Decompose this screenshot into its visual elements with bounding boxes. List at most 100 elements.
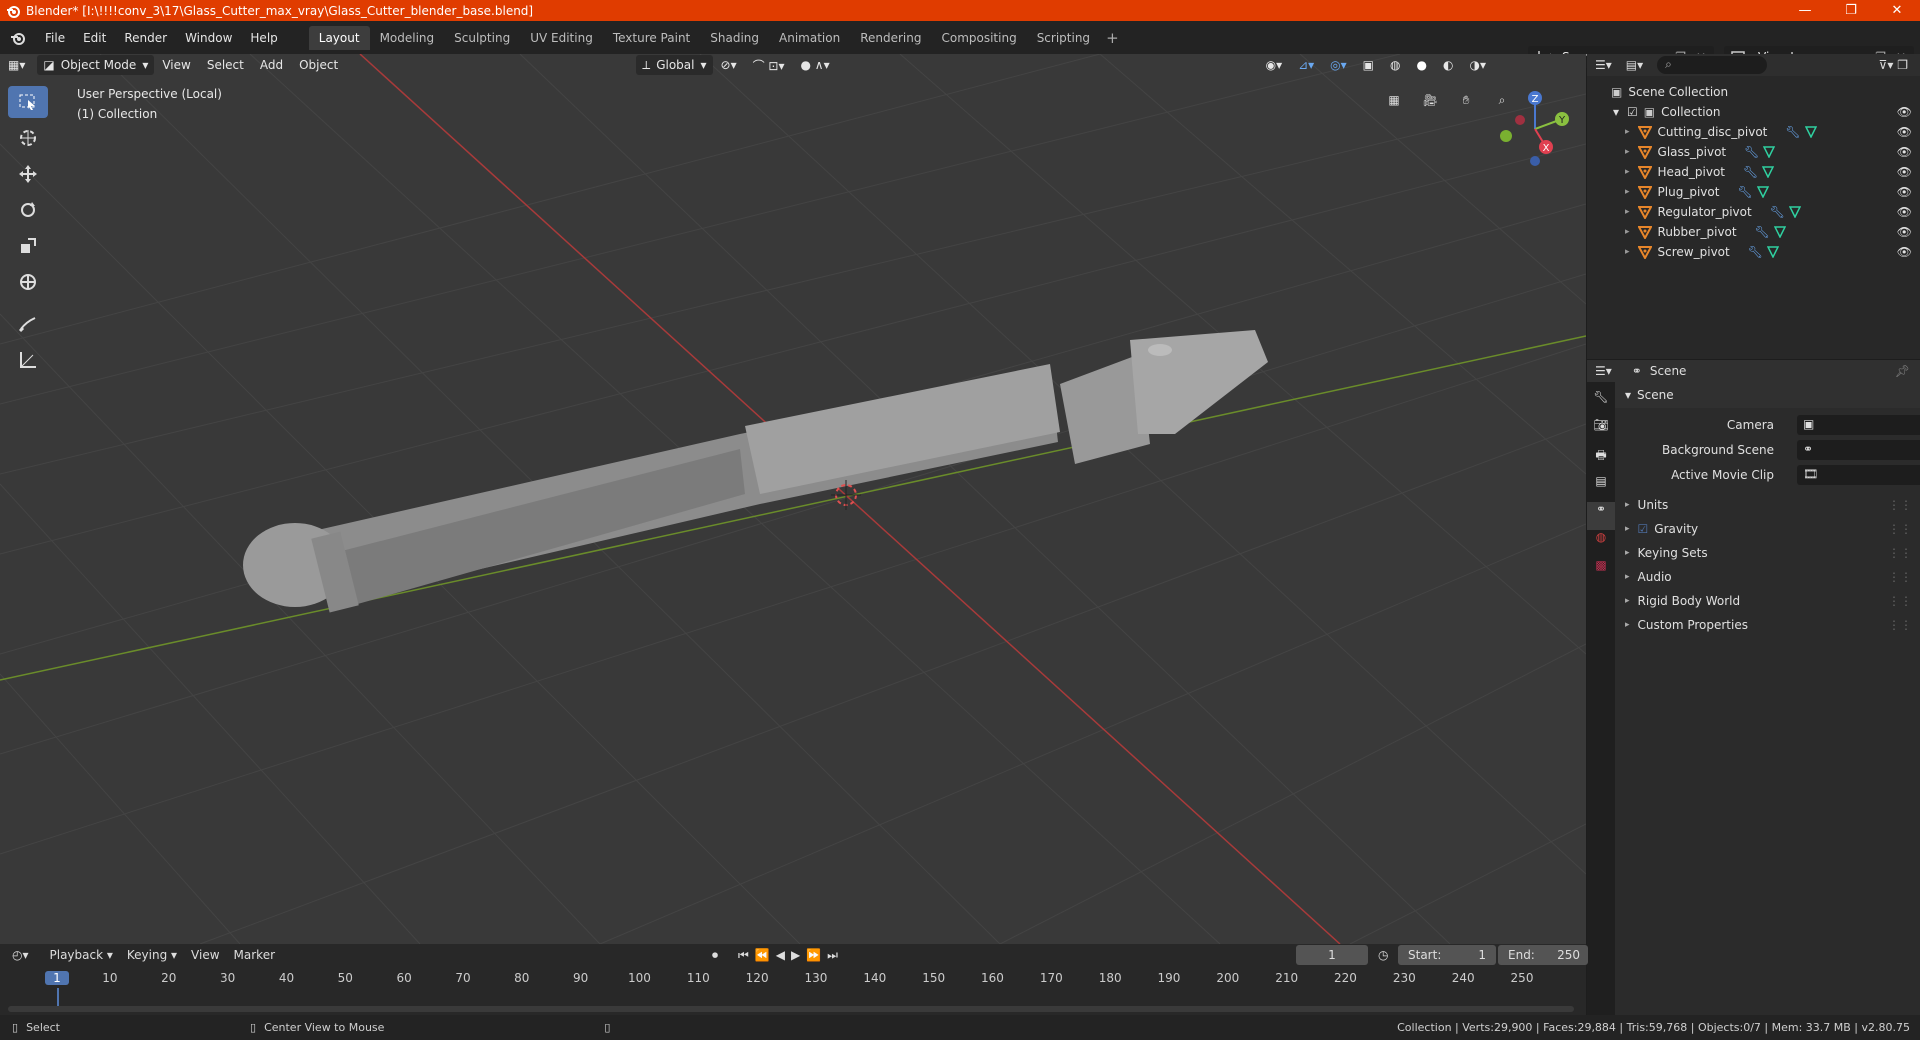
collapse-arrow-icon[interactable]: ▸ xyxy=(1625,500,1630,510)
rotate-tool-icon[interactable] xyxy=(8,194,48,226)
expand-arrow-icon[interactable]: ▸ xyxy=(1625,227,1630,237)
move-tool-icon[interactable] xyxy=(8,158,48,190)
collapse-arrow-icon[interactable]: ▸ xyxy=(1625,548,1630,558)
playback-controls[interactable]: ⏮⏪◀▶⏩⏭ xyxy=(738,948,844,963)
tab-shading[interactable]: Shading xyxy=(700,26,769,50)
close-button[interactable]: ✕ xyxy=(1874,0,1920,21)
tab-sculpting[interactable]: Sculpting xyxy=(444,26,520,50)
drag-handle-icon[interactable]: ⋮⋮ xyxy=(1888,594,1912,608)
cursor-tool-icon[interactable] xyxy=(8,122,48,154)
record-button[interactable]: ⏺ xyxy=(712,948,718,963)
view-layer-tab-icon[interactable]: ▤ xyxy=(1587,474,1615,502)
menu-window[interactable]: Window xyxy=(176,31,241,45)
tab-scripting[interactable]: Scripting xyxy=(1027,26,1100,50)
expand-arrow-icon[interactable]: ▸ xyxy=(1625,167,1630,177)
editor-type-icon[interactable]: ▦▾ xyxy=(0,55,33,75)
world-tab-icon[interactable]: ◍ xyxy=(1587,530,1615,558)
proportional-edit-icon[interactable]: ● ∧▾ xyxy=(793,55,838,75)
toggle-ortho-icon[interactable]: ▦ xyxy=(1380,86,1408,114)
scale-tool-icon[interactable] xyxy=(8,230,48,262)
tool-tab-icon[interactable]: 🔧︎ xyxy=(1587,390,1615,418)
blender-menu-icon[interactable] xyxy=(10,30,26,46)
timeline-scrollbar[interactable] xyxy=(8,1006,1574,1012)
shading-solid-icon[interactable]: ● xyxy=(1409,55,1435,75)
tab-texture-paint[interactable]: Texture Paint xyxy=(603,26,700,50)
viewport-menu-view[interactable]: View xyxy=(154,55,198,75)
outliner-item[interactable]: ▸ Rubber_pivot 🔧︎ 👁︎ xyxy=(1587,222,1920,242)
collapse-arrow-icon[interactable]: ▸ xyxy=(1625,596,1630,606)
visibility-eye-icon[interactable]: 👁︎ xyxy=(1897,105,1912,119)
visibility-eye-icon[interactable]: 👁︎ xyxy=(1897,245,1912,259)
expand-arrow-icon[interactable]: ▸ xyxy=(1625,147,1630,157)
visibility-icon[interactable]: ◉▾ xyxy=(1258,55,1291,75)
expand-arrow-icon[interactable]: ▸ xyxy=(1625,187,1630,197)
drag-handle-icon[interactable]: ⋮⋮ xyxy=(1888,522,1912,536)
camera-field[interactable]: ▣✎ xyxy=(1797,414,1920,435)
modifier-wrench-icon[interactable]: 🔧︎ xyxy=(1744,145,1759,159)
visibility-eye-icon[interactable]: 👁︎ xyxy=(1897,125,1912,139)
render-tab-icon[interactable]: 📷︎ xyxy=(1587,418,1615,446)
properties-editor-icon[interactable]: ☰▾ xyxy=(1595,364,1612,378)
tab-animation[interactable]: Animation xyxy=(769,26,850,50)
gizmo-neg-x-icon[interactable] xyxy=(1515,115,1525,125)
expand-arrow-icon[interactable]: ▸ xyxy=(1625,247,1630,257)
mode-dropdown[interactable]: ◪ Object Mode ▾ xyxy=(37,55,155,75)
mesh-data-icon[interactable] xyxy=(1766,246,1779,258)
transform-tool-icon[interactable] xyxy=(8,266,48,298)
3d-viewport[interactable]: ▦▾ ◪ Object Mode ▾ View Select Add Object… xyxy=(0,54,1586,944)
maximize-button[interactable]: ❐ xyxy=(1828,0,1874,21)
modifier-wrench-icon[interactable]: 🔧︎ xyxy=(1755,225,1770,239)
menu-edit[interactable]: Edit xyxy=(74,31,115,45)
minimize-button[interactable]: — xyxy=(1782,0,1828,21)
menu-playback[interactable]: Playback ▾ xyxy=(43,948,120,962)
collapse-arrow-icon[interactable]: ▸ xyxy=(1625,524,1630,534)
menu-render[interactable]: Render xyxy=(115,31,176,45)
visibility-eye-icon[interactable]: 👁︎ xyxy=(1897,165,1912,179)
shading-rendered-icon[interactable]: ◑▾ xyxy=(1461,55,1494,75)
start-frame-field[interactable]: Start: 1 xyxy=(1398,945,1496,965)
overlay-toggle-icon[interactable]: ◎▾ xyxy=(1322,55,1355,75)
tab-rendering[interactable]: Rendering xyxy=(850,26,931,50)
tab-modeling[interactable]: Modeling xyxy=(370,26,445,50)
xray-toggle-icon[interactable]: ▣ xyxy=(1355,55,1382,75)
panel-custom-properties[interactable]: ▸ Custom Properties ⋮⋮ xyxy=(1615,613,1920,637)
mesh-data-icon[interactable] xyxy=(1763,146,1776,158)
drag-handle-icon[interactable]: ⋮⋮ xyxy=(1888,618,1912,632)
menu-help[interactable]: Help xyxy=(241,31,286,45)
mesh-data-icon[interactable] xyxy=(1762,166,1775,178)
modifier-wrench-icon[interactable]: 🔧︎ xyxy=(1743,165,1758,179)
collection-row[interactable]: ▾ ☑ ▣ Collection 👁︎ xyxy=(1587,102,1920,122)
outliner-item[interactable]: ▸ Screw_pivot 🔧︎ 👁︎ xyxy=(1587,242,1920,262)
checkbox-icon[interactable]: ☑ xyxy=(1627,105,1638,119)
end-frame-field[interactable]: End: 250 xyxy=(1498,945,1588,965)
snap-icon[interactable]: ⌒ ⊡▾ xyxy=(745,55,793,75)
shading-material-icon[interactable]: ◐ xyxy=(1435,55,1461,75)
gizmo-neg-z-icon[interactable] xyxy=(1530,156,1540,166)
tab-uv-editing[interactable]: UV Editing xyxy=(520,26,603,50)
scene-collection-row[interactable]: ▣ Scene Collection xyxy=(1587,82,1920,102)
timeline-editor-icon[interactable]: ◴▾ xyxy=(12,948,29,962)
pivot-point-icon[interactable]: ⊘▾ xyxy=(713,55,745,75)
gravity-checkbox[interactable]: ☑ xyxy=(1638,522,1649,536)
annotate-tool-icon[interactable] xyxy=(8,308,48,340)
outliner-item[interactable]: ▸ Cutting_disc_pivot 🔧︎ 👁︎ xyxy=(1587,122,1920,142)
mesh-data-icon[interactable] xyxy=(1756,186,1769,198)
panel-rigid-body-world[interactable]: ▸ Rigid Body World ⋮⋮ xyxy=(1615,589,1920,613)
outliner-item[interactable]: ▸ Glass_pivot 🔧︎ 👁︎ xyxy=(1587,142,1920,162)
visibility-eye-icon[interactable]: 👁︎ xyxy=(1897,185,1912,199)
expand-arrow-icon[interactable]: ▾ xyxy=(1613,105,1619,119)
shading-wireframe-icon[interactable]: ◍ xyxy=(1382,55,1408,75)
playhead-line[interactable] xyxy=(57,988,59,1006)
panel-audio[interactable]: ▸ Audio ⋮⋮ xyxy=(1615,565,1920,589)
outliner-item[interactable]: ▸ Head_pivot 🔧︎ 👁︎ xyxy=(1587,162,1920,182)
collapse-arrow-icon[interactable]: ▸ xyxy=(1625,620,1630,630)
visibility-eye-icon[interactable]: 👁︎ xyxy=(1897,225,1912,239)
viewport-menu-add[interactable]: Add xyxy=(252,55,291,75)
drag-handle-icon[interactable]: ⋮⋮ xyxy=(1888,498,1912,512)
texture-tab-icon[interactable]: ▩ xyxy=(1587,558,1615,586)
select-box-tool-icon[interactable] xyxy=(8,86,48,118)
modifier-wrench-icon[interactable]: 🔧︎ xyxy=(1737,185,1752,199)
mesh-data-icon[interactable] xyxy=(1773,226,1786,238)
orientation-dropdown[interactable]: ⟂ Global ▾ xyxy=(636,55,713,75)
gizmo-neg-y-icon[interactable] xyxy=(1500,130,1512,142)
